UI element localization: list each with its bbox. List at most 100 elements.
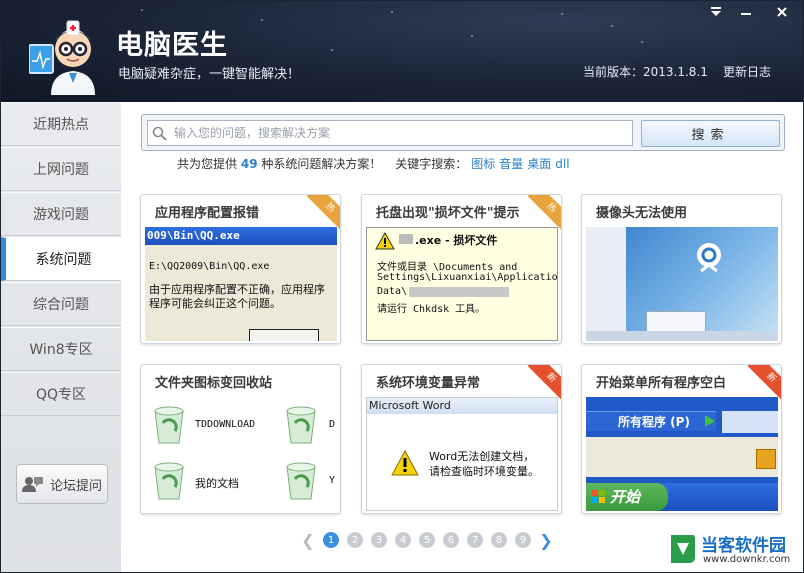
page-button[interactable]: 1 (323, 532, 339, 548)
app-title: 电脑医生 (116, 30, 228, 61)
forum-ask-button[interactable]: 论坛提问 (16, 464, 108, 504)
dialog-path-text: E:\QQ2009\Bin\QQ.exe (149, 261, 270, 272)
summary-suffix: 种系统问题解决方案！ (261, 157, 382, 171)
dialog-message-line: Word无法创建文档， (429, 450, 535, 463)
solution-card[interactable]: 系统环境变量异常 新 Microsoft Word Word无法创建文档， 请检… (361, 364, 562, 514)
version-label: 当前版本：2013.1.8.1 (583, 65, 708, 79)
balloon-title: .exe - 损坏文件 (415, 234, 498, 247)
solution-card[interactable]: 文件夹图标变回收站 TDDOWNLOAD D 我的文档 Y (140, 364, 341, 514)
solution-card[interactable]: 托盘出现"损坏文件"提示 热 .exe - 损坏文件 文件或目录 \Docume… (361, 194, 562, 344)
changelog-link[interactable]: 更新日志 (723, 63, 771, 80)
header: 电脑医生 电脑疑难杂症，一键智能解决！ 当前版本：2013.1.8.1 更新日志 (1, 1, 803, 102)
page-button[interactable]: 5 (419, 532, 435, 548)
logoff-area (722, 411, 778, 433)
menu-icon (711, 7, 721, 16)
watermark-url: www.downkr.com (703, 554, 791, 565)
sidebar-item-general[interactable]: 综合问题 (1, 282, 121, 326)
balloon-line: 请运行 Chkdsk 工具。 (377, 304, 486, 315)
blurred-path (409, 287, 509, 297)
dialog-titlebar-text: 009\Bin\QQ.exe (145, 227, 337, 245)
explorer-pane (586, 227, 626, 341)
keyword-link[interactable]: 图标 (471, 157, 495, 171)
watermark-name: 当客软件园 (701, 536, 786, 556)
new-badge: 新 (527, 365, 561, 402)
card-title: 文件夹图标变回收站 (155, 376, 273, 391)
windows-logo-icon (592, 490, 605, 503)
balloon-line: Settings\Lixuanxiai\Application (377, 272, 558, 283)
search-button[interactable]: 搜索 (641, 120, 780, 147)
card-thumbnail: TDDOWNLOAD D 我的文档 Y (145, 397, 337, 511)
balloon-line: Data\ (377, 286, 408, 297)
card-title: 托盘出现"损坏文件"提示 (376, 206, 520, 221)
page-button[interactable]: 8 (491, 532, 507, 548)
search-icon (152, 126, 167, 141)
all-programs-item: 所有程序 (P) (586, 411, 716, 431)
solution-card[interactable]: 摄像头无法使用 (581, 194, 782, 344)
sidebar-item-qq[interactable]: QQ专区 (1, 372, 121, 416)
prev-page-icon[interactable]: ❮ (301, 531, 315, 550)
desktop-icon-label: TDDOWNLOAD (195, 419, 256, 430)
page-button[interactable]: 4 (395, 532, 411, 548)
minimize-icon (741, 13, 751, 15)
arrow-right-icon (705, 415, 715, 427)
card-thumbnail: .exe - 损坏文件 文件或目录 \Documents and Setting… (366, 227, 558, 341)
keyword-link[interactable]: dll (555, 157, 569, 171)
app-subtitle: 电脑疑难杂症，一键智能解决！ (118, 67, 301, 82)
card-title: 摄像头无法使用 (596, 206, 688, 221)
page-button[interactable]: 6 (443, 532, 459, 548)
desktop-icon-label: Y (329, 475, 336, 486)
sidebar-item-win8[interactable]: Win8专区 (1, 327, 121, 371)
hot-badge: 热 (306, 195, 340, 232)
sidebar-item-games[interactable]: 游戏问题 (1, 192, 121, 236)
watermark: 当客软件园 www.downkr.com (663, 529, 803, 571)
main-panel: 搜索 共为您提供 49 种系统问题解决方案！ 关键字搜索：图标音量桌面dll 应… (121, 102, 803, 572)
desktop-icon-label: D (329, 419, 336, 430)
start-menu-body (586, 437, 778, 477)
close-icon (777, 7, 787, 17)
card-thumbnail (586, 227, 778, 341)
card-title: 开始菜单所有程序空白 (596, 376, 727, 391)
recycle-bin-icon (286, 406, 316, 444)
solution-count: 49 (240, 157, 258, 171)
sidebar-item-system[interactable]: 系统问题 (1, 237, 121, 281)
forum-ask-label: 论坛提问 (49, 478, 102, 494)
desktop-icon-label: 我的文档 (195, 477, 239, 490)
close-button[interactable] (767, 1, 797, 23)
keyword-link[interactable]: 音量 (499, 157, 523, 171)
page-button[interactable]: 2 (347, 532, 363, 548)
next-page-icon[interactable]: ❯ (539, 531, 553, 550)
users-icon (21, 477, 43, 492)
notification-popup (646, 311, 706, 333)
dialog-titlebar-text: Microsoft Word (367, 398, 557, 414)
warning-icon (375, 232, 395, 250)
page-button[interactable]: 3 (371, 532, 387, 548)
new-badge: 新 (747, 365, 781, 402)
menu-button[interactable] (701, 1, 731, 23)
pagination: ❮ 1 2 3 4 5 6 7 8 9 ❯ (301, 530, 553, 550)
dialog-message-line: 程序可能会纠正这个问题。 (149, 297, 281, 310)
taskbar (586, 331, 778, 341)
sidebar-item-internet[interactable]: 上网问题 (1, 147, 121, 191)
page-button[interactable]: 7 (467, 532, 483, 548)
page-button[interactable]: 9 (515, 532, 531, 548)
minimize-button[interactable] (731, 1, 761, 23)
solutions-summary: 共为您提供 49 种系统问题解决方案！ 关键字搜索： 图标 音量 桌面 dll (177, 155, 570, 172)
recycle-bin-icon (286, 462, 316, 500)
key-icon (756, 449, 776, 469)
card-thumbnail: 009\Bin\QQ.exe E:\QQ2009\Bin\QQ.exe 由于应用… (145, 227, 337, 341)
solution-card[interactable]: 应用程序配置报错 热 009\Bin\QQ.exe E:\QQ2009\Bin\… (140, 194, 341, 344)
sidebar: 近期热点 上网问题 游戏问题 系统问题 综合问题 Win8专区 QQ专区 论坛提… (1, 102, 121, 572)
dialog-ok-button (249, 329, 319, 341)
search-bar: 搜索 (141, 114, 785, 151)
solution-card[interactable]: 开始菜单所有程序空白 新 所有程序 (P) 开始 (581, 364, 782, 514)
card-thumbnail: Microsoft Word Word无法创建文档， 请检查临时环境变量。 (366, 397, 558, 511)
keywords-label: 关键字搜索： (395, 157, 468, 171)
keyword-link[interactable]: 桌面 (527, 157, 551, 171)
hot-badge: 热 (527, 195, 561, 232)
card-title: 应用程序配置报错 (155, 206, 260, 221)
summary-prefix: 共为您提供 (177, 157, 238, 171)
doctor-logo-icon (29, 20, 95, 95)
sidebar-item-hot[interactable]: 近期热点 (1, 102, 121, 146)
search-input[interactable] (147, 120, 633, 146)
warning-icon (391, 450, 419, 476)
